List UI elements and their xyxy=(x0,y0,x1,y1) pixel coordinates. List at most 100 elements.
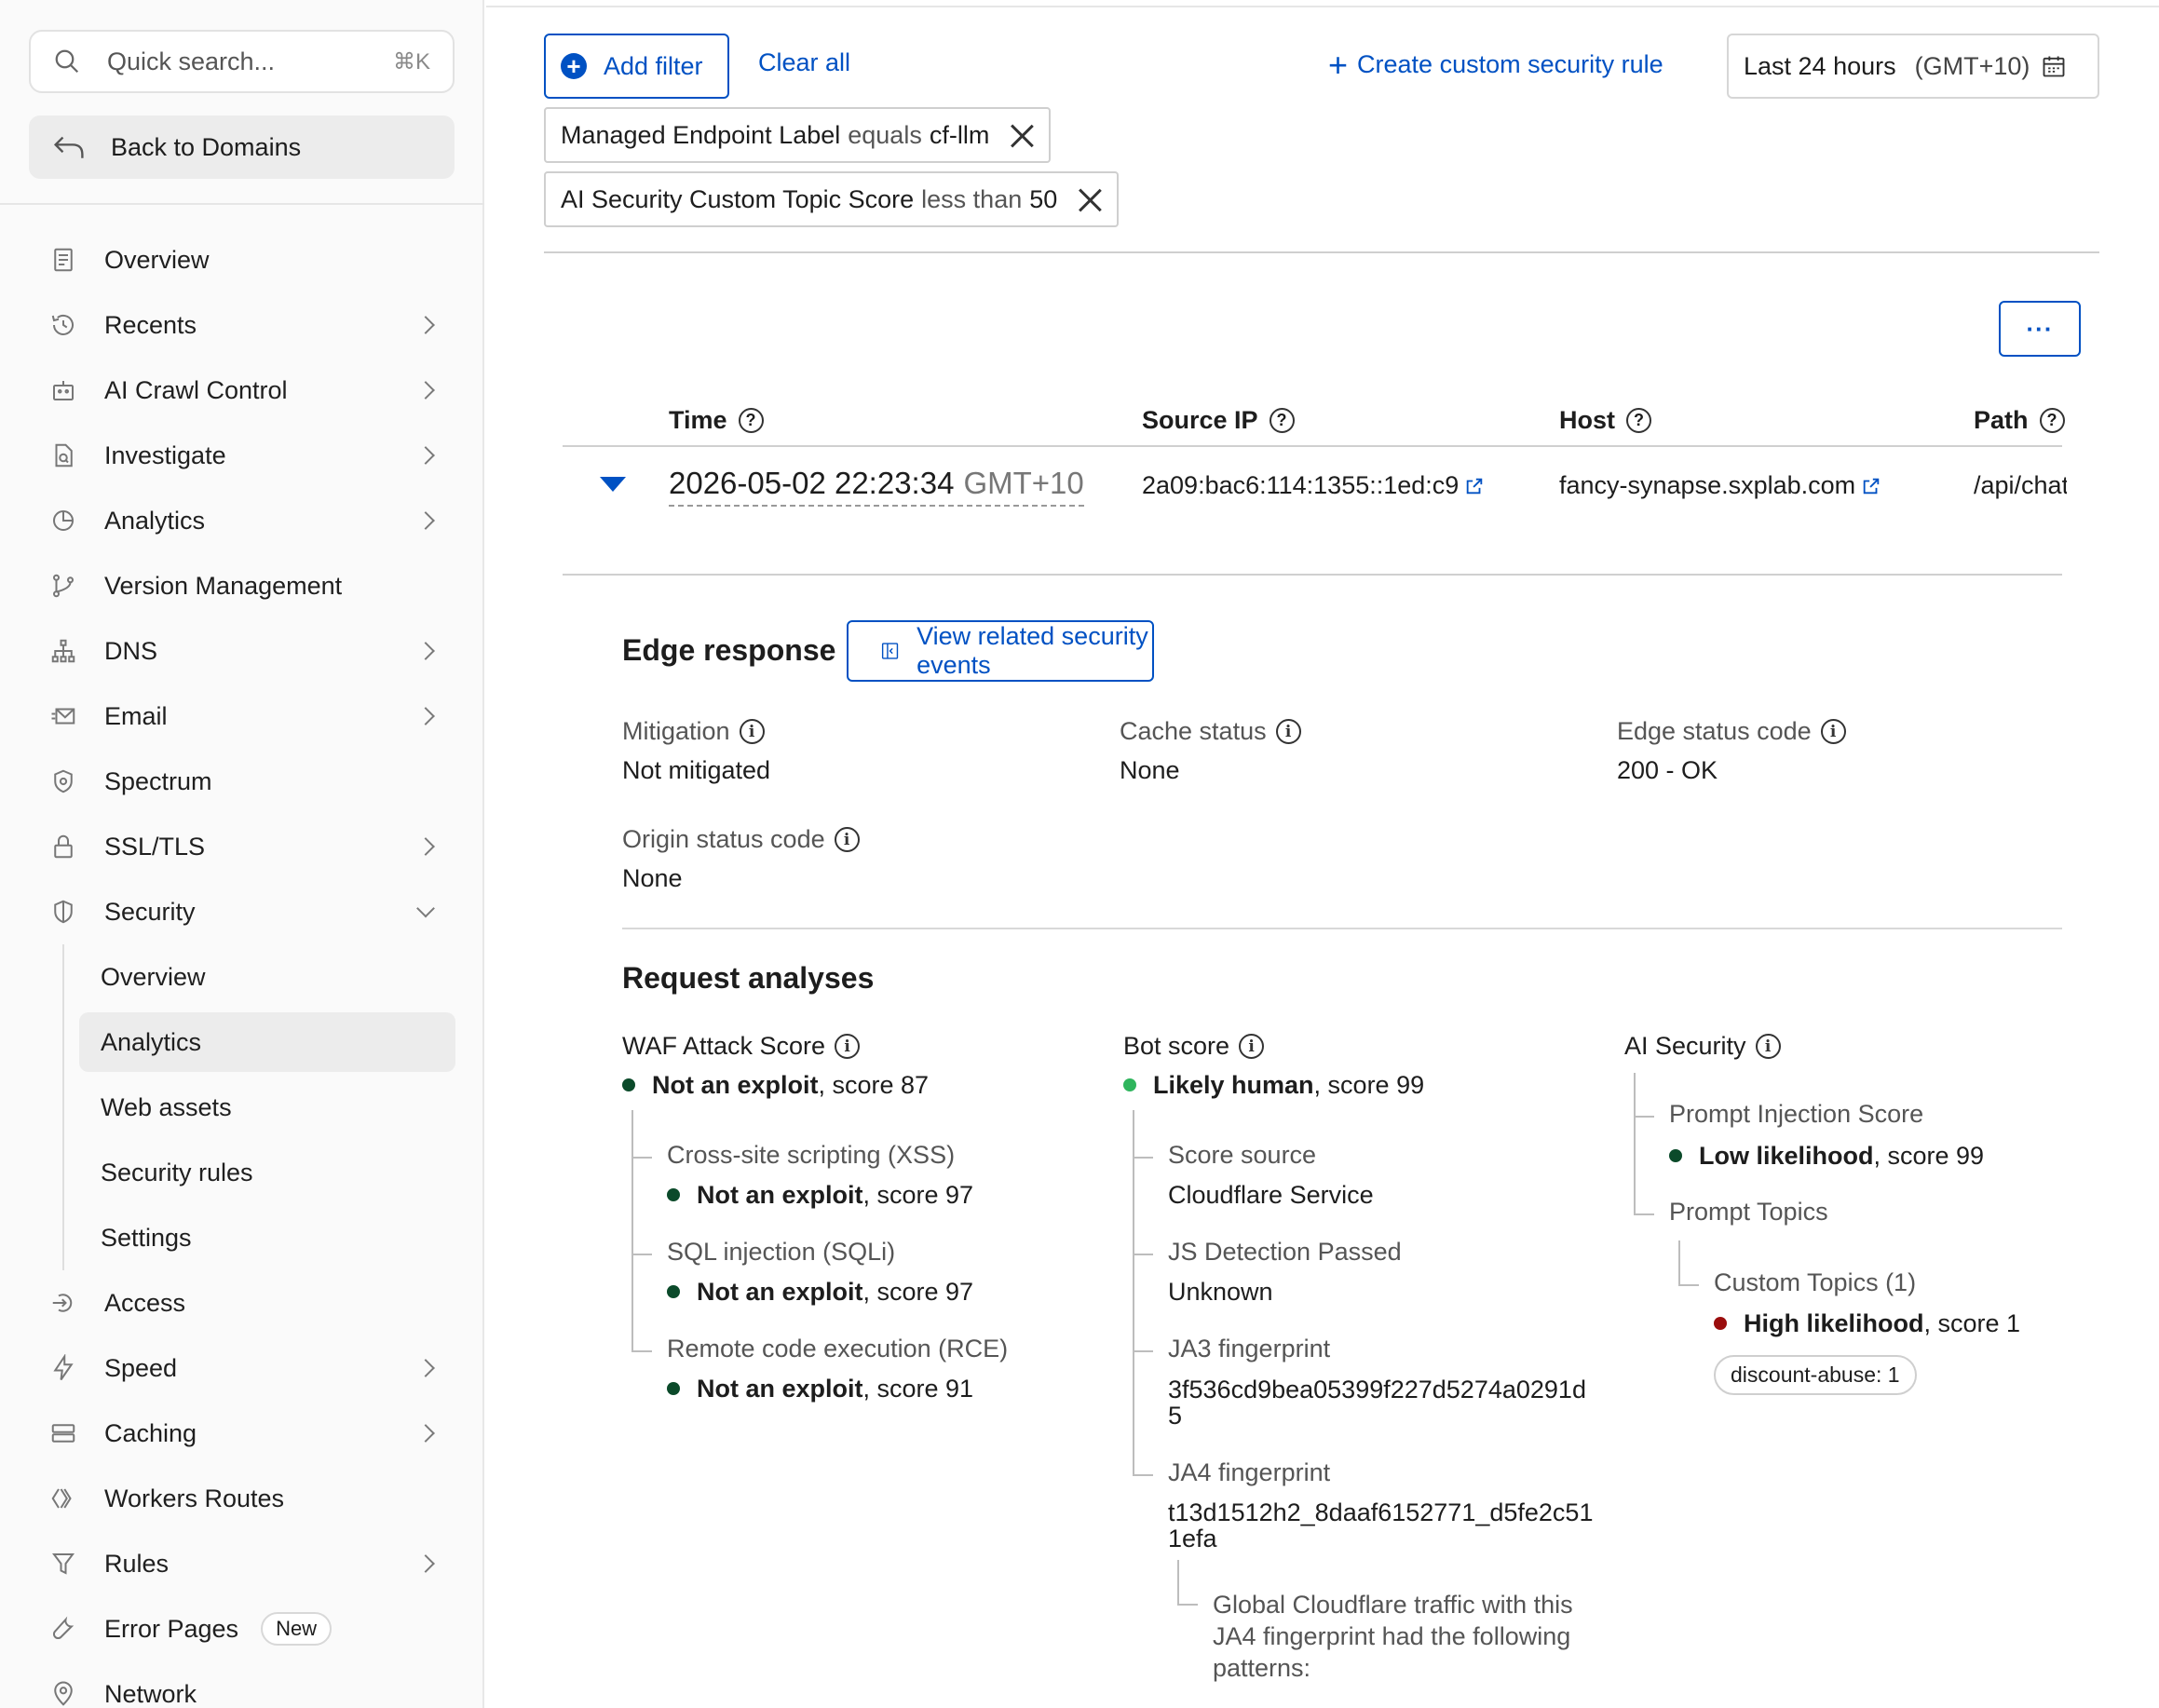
info-icon[interactable]: i xyxy=(834,827,860,852)
sidebar-item-investigate[interactable]: Investigate xyxy=(0,423,484,488)
status-dot xyxy=(667,1187,680,1201)
xss-label: Cross-site scripting (XSS) xyxy=(667,1141,956,1169)
sidebar-subitem-overview[interactable]: Overview xyxy=(0,944,484,1010)
ja4-value: t13d1512h2_8daaf6152771_d5fe2c511efa xyxy=(1168,1498,1594,1552)
sidebar-item-label: Analytics xyxy=(104,506,206,535)
event-time[interactable]: 2026-05-02 22:23:34 GMT+10 xyxy=(669,466,1084,507)
column-header-host[interactable]: Host? xyxy=(1559,406,1651,435)
event-source-ip[interactable]: 2a09:bac6:114:1355::1ed:c9 xyxy=(1142,471,1485,500)
sidebar-item-caching[interactable]: Caching xyxy=(0,1401,484,1466)
column-header-time[interactable]: Time? xyxy=(669,406,764,435)
status-dot xyxy=(1123,1078,1136,1091)
sidebar-item-version-management[interactable]: Version Management xyxy=(0,553,484,618)
sidebar-item-label: Overview xyxy=(104,245,210,274)
column-header-source-ip[interactable]: Source IP? xyxy=(1142,406,1295,435)
sidebar-item-recents[interactable]: Recents xyxy=(0,292,484,358)
event-path[interactable]: /api/chat xyxy=(1974,471,2067,500)
tree-branch xyxy=(631,1157,652,1159)
info-icon[interactable]: i xyxy=(1820,719,1846,744)
sidebar-item-overview[interactable]: Overview xyxy=(0,227,484,292)
info-icon[interactable]: i xyxy=(1239,1034,1265,1059)
filter-chip[interactable]: AI Security Custom Topic Score less than… xyxy=(544,171,1120,227)
external-link-icon[interactable] xyxy=(1861,476,1881,496)
tree-branch xyxy=(631,1350,652,1352)
sidebar-item-label: Access xyxy=(104,1288,186,1317)
workers-icon xyxy=(48,1484,78,1513)
ja4-global-patterns-text: Global Cloudflare traffic with this JA4 … xyxy=(1213,1591,1573,1682)
sidebar-subitem-settings[interactable]: Settings xyxy=(0,1205,484,1270)
column-header-path[interactable]: Path? xyxy=(1974,406,2065,435)
sidebar-item-email[interactable]: Email xyxy=(0,684,484,749)
quick-search[interactable]: Quick search... ⌘K xyxy=(29,30,455,93)
mitigation-label: Mitigation i xyxy=(622,717,765,746)
bot-score-value: Likely human, score 99 xyxy=(1123,1071,1424,1100)
sidebar-item-security[interactable]: Security xyxy=(0,879,484,944)
back-to-domains-button[interactable]: Back to Domains xyxy=(29,115,455,179)
info-icon[interactable]: i xyxy=(1755,1034,1781,1059)
sidebar-item-rules[interactable]: Rules xyxy=(0,1531,484,1596)
location-pin-icon xyxy=(48,1679,78,1708)
cache-status-label: Cache status i xyxy=(1120,717,1301,746)
help-icon[interactable]: ? xyxy=(738,408,764,433)
close-icon[interactable] xyxy=(1010,123,1034,147)
ja4-label: JA4 fingerprint xyxy=(1168,1458,1331,1486)
new-badge: New xyxy=(261,1612,333,1646)
date-range-picker[interactable]: Last 24 hours (GMT+10) xyxy=(1727,34,2099,99)
sidebar-item-analytics[interactable]: Analytics xyxy=(0,488,484,553)
origin-status-label: Origin status code i xyxy=(622,825,860,854)
help-icon[interactable]: ? xyxy=(1269,408,1295,433)
sidebar-item-label: Security xyxy=(104,897,196,926)
sidebar-subitem-security-rules[interactable]: Security rules xyxy=(0,1140,484,1205)
sidebar-item-spectrum[interactable]: Spectrum xyxy=(0,749,484,814)
sidebar-item-speed[interactable]: Speed xyxy=(0,1335,484,1401)
filter-field: Managed Endpoint Label xyxy=(561,120,841,149)
top-divider xyxy=(486,6,2159,7)
lock-icon xyxy=(48,832,78,861)
more-options-button[interactable]: ··· xyxy=(1999,301,2081,357)
file-search-icon xyxy=(48,441,78,470)
info-icon[interactable]: i xyxy=(835,1034,861,1059)
external-link-icon[interactable] xyxy=(1464,476,1485,496)
sidebar-item-access[interactable]: Access xyxy=(0,1270,484,1335)
security-submenu: Overview Analytics Web assets Security r… xyxy=(0,944,484,1270)
ai-security-label: AI Security i xyxy=(1624,1032,1781,1061)
tree-branch xyxy=(1678,1284,1699,1286)
sidebar-subitem-analytics[interactable]: Analytics xyxy=(0,1010,484,1075)
sidebar-item-network[interactable]: Network xyxy=(0,1661,484,1708)
git-branch-icon xyxy=(48,571,78,601)
collapse-caret-icon[interactable] xyxy=(600,477,626,492)
sidebar-item-label: SSL/TLS xyxy=(104,832,206,861)
info-icon[interactable]: i xyxy=(1275,719,1301,744)
sidebar-item-workers-routes[interactable]: Workers Routes xyxy=(0,1466,484,1531)
info-icon[interactable]: i xyxy=(739,719,765,744)
help-icon[interactable]: ? xyxy=(1626,408,1651,433)
tree-branch xyxy=(1133,1157,1153,1159)
tree-branch xyxy=(1177,1604,1198,1606)
sidebar-item-dns[interactable]: DNS xyxy=(0,618,484,684)
sidebar-subitem-web-assets[interactable]: Web assets xyxy=(0,1075,484,1140)
sidebar-item-ssl-tls[interactable]: SSL/TLS xyxy=(0,814,484,879)
origin-status-value: None xyxy=(622,864,683,892)
tree-branch xyxy=(1133,1474,1153,1476)
sidebar-item-label: Spectrum xyxy=(104,766,212,795)
sidebar-item-error-pages[interactable]: Error Pages New xyxy=(0,1596,484,1661)
close-icon[interactable] xyxy=(1078,187,1102,211)
clear-all-link[interactable]: Clear all xyxy=(758,48,850,77)
search-shortcut: ⌘K xyxy=(392,48,430,75)
shield-star-icon xyxy=(48,766,78,796)
waf-score-label: WAF Attack Score i xyxy=(622,1032,861,1061)
prompt-injection-score: Low likelihood, score 99 xyxy=(1669,1142,1984,1171)
event-host[interactable]: fancy-synapse.sxplab.com xyxy=(1559,471,1881,500)
score-source-label: Score source xyxy=(1168,1141,1317,1169)
status-dot xyxy=(622,1078,635,1091)
filter-divider xyxy=(544,251,2099,253)
chevron-right-icon xyxy=(416,1359,435,1377)
help-icon[interactable]: ? xyxy=(2039,408,2065,433)
network-tree-icon xyxy=(48,636,78,666)
create-custom-rule-link[interactable]: + Create custom security rule xyxy=(1328,47,1663,81)
create-rule-label: Create custom security rule xyxy=(1357,50,1663,78)
view-related-events-button[interactable]: View related security events xyxy=(847,620,1154,682)
add-filter-button[interactable]: + Add filter xyxy=(544,34,729,99)
filter-chip[interactable]: Managed Endpoint Label equals cf-llm xyxy=(544,107,1052,163)
sidebar-item-ai-crawl-control[interactable]: AI Crawl Control xyxy=(0,358,484,423)
